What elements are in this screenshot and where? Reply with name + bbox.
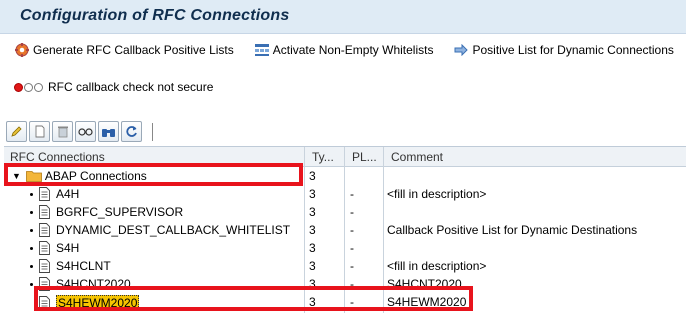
table-row[interactable]: S4HCLNT 3 - <fill in description>: [4, 257, 686, 275]
tree-bullet: [30, 282, 33, 286]
connection-pl: -: [350, 259, 354, 273]
document-icon: [39, 296, 50, 310]
tree-bullet: [30, 192, 33, 196]
connection-comment: S4HCNT2020: [387, 277, 462, 291]
document-icon: [39, 259, 50, 273]
generate-callback-lists-label: Generate RFC Callback Positive Lists: [33, 43, 234, 57]
connection-pl: -: [350, 277, 354, 291]
connection-name: A4H: [56, 187, 80, 201]
pencil-icon: [11, 126, 22, 137]
tree-toolbar: [6, 121, 153, 142]
connection-comment: <fill in description>: [387, 187, 487, 201]
connection-name: S4HEWM2020: [56, 295, 140, 311]
arrow-right-icon: [453, 42, 469, 58]
rfc-connections-tree: RFC Connections Ty... PL... Comment ▼ AB…: [4, 146, 686, 313]
glasses-icon: [78, 128, 93, 136]
column-header-type[interactable]: Ty...: [312, 150, 334, 164]
connection-name: S4H: [56, 241, 80, 255]
table-row[interactable]: S4H 3 -: [4, 239, 686, 257]
document-icon: [39, 223, 50, 237]
tree-bullet: [30, 228, 33, 232]
expand-triangle-icon[interactable]: ▼: [12, 171, 21, 181]
connection-type: 3: [309, 205, 316, 219]
column-header-name[interactable]: RFC Connections: [10, 150, 105, 164]
table-row[interactable]: A4H 3 - <fill in description>: [4, 185, 686, 203]
folder-name: ABAP Connections: [44, 169, 147, 183]
folder-type: 3: [309, 169, 316, 183]
column-header-pl[interactable]: PL...: [352, 150, 377, 164]
connection-pl: -: [350, 187, 354, 201]
positive-list-dynamic-label: Positive List for Dynamic Connections: [472, 43, 674, 57]
connection-pl: -: [350, 295, 354, 309]
connection-pl: -: [350, 223, 354, 237]
document-icon: [39, 241, 50, 255]
positive-list-dynamic-button[interactable]: Positive List for Dynamic Connections: [439, 38, 679, 62]
tree-bullet: [30, 264, 33, 268]
title-bar: Configuration of RFC Connections: [0, 0, 686, 34]
connection-name: DYNAMIC_DEST_CALLBACK_WHITELIST: [56, 223, 291, 237]
activate-whitelists-label: Activate Non-Empty Whitelists: [272, 43, 434, 57]
refresh-icon: [126, 126, 137, 137]
table-row[interactable]: S4HEWM2020 3 - S4HEWM2020: [4, 293, 686, 311]
new-document-icon: [35, 125, 44, 138]
edit-button[interactable]: [6, 121, 27, 142]
tree-bullet: [30, 210, 33, 214]
connection-type: 3: [309, 277, 316, 291]
table-row[interactable]: DYNAMIC_DEST_CALLBACK_WHITELIST 3 - Callbac…: [4, 221, 686, 239]
status-text: RFC callback check not secure: [48, 80, 214, 94]
find-button[interactable]: [98, 121, 119, 142]
toolbar-separator: [152, 122, 153, 141]
document-icon: [39, 187, 50, 201]
refresh-button[interactable]: [121, 121, 142, 142]
connection-name: BGRFC_SUPERVISOR: [56, 205, 184, 219]
table-row[interactable]: S4HCNT2020 3 - S4HCNT2020: [4, 275, 686, 293]
connection-type: 3: [309, 223, 316, 237]
document-icon: [39, 205, 50, 219]
tree-bullet: [30, 246, 33, 250]
document-icon: [39, 277, 50, 291]
connection-name: S4HCNT2020: [56, 277, 131, 291]
folder-row[interactable]: ▼ ABAP Connections 3: [4, 167, 686, 185]
application-toolbar: Generate RFC Callback Positive Lists Act…: [0, 36, 686, 64]
connection-type: 3: [309, 187, 316, 201]
connection-comment: Callback Positive List for Dynamic Desti…: [387, 223, 638, 237]
create-button[interactable]: [29, 121, 50, 142]
connection-type: 3: [309, 241, 316, 255]
table-row[interactable]: BGRFC_SUPERVISOR 3 -: [4, 203, 686, 221]
connection-type: 3: [309, 295, 316, 309]
connection-name: S4HCLNT: [56, 259, 111, 273]
connection-comment: S4HEWM2020: [387, 295, 467, 309]
table-header: RFC Connections Ty... PL... Comment: [4, 147, 686, 167]
column-header-comment[interactable]: Comment: [391, 150, 443, 164]
callback-status: RFC callback check not secure: [14, 80, 213, 94]
generate-icon: [14, 42, 30, 58]
activate-icon: [254, 42, 270, 58]
display-button[interactable]: [75, 121, 96, 142]
binoculars-icon: [102, 128, 115, 137]
connection-pl: -: [350, 241, 354, 255]
connection-pl: -: [350, 205, 354, 219]
trash-icon: [57, 126, 68, 138]
page-title: Configuration of RFC Connections: [20, 7, 290, 24]
delete-button[interactable]: [52, 121, 73, 142]
traffic-light-icon: [14, 82, 44, 92]
activate-whitelists-button[interactable]: Activate Non-Empty Whitelists: [240, 38, 440, 62]
connection-comment: <fill in description>: [387, 259, 487, 273]
folder-icon: [26, 171, 42, 182]
connection-type: 3: [309, 259, 316, 273]
generate-callback-lists-button[interactable]: Generate RFC Callback Positive Lists: [0, 38, 240, 62]
